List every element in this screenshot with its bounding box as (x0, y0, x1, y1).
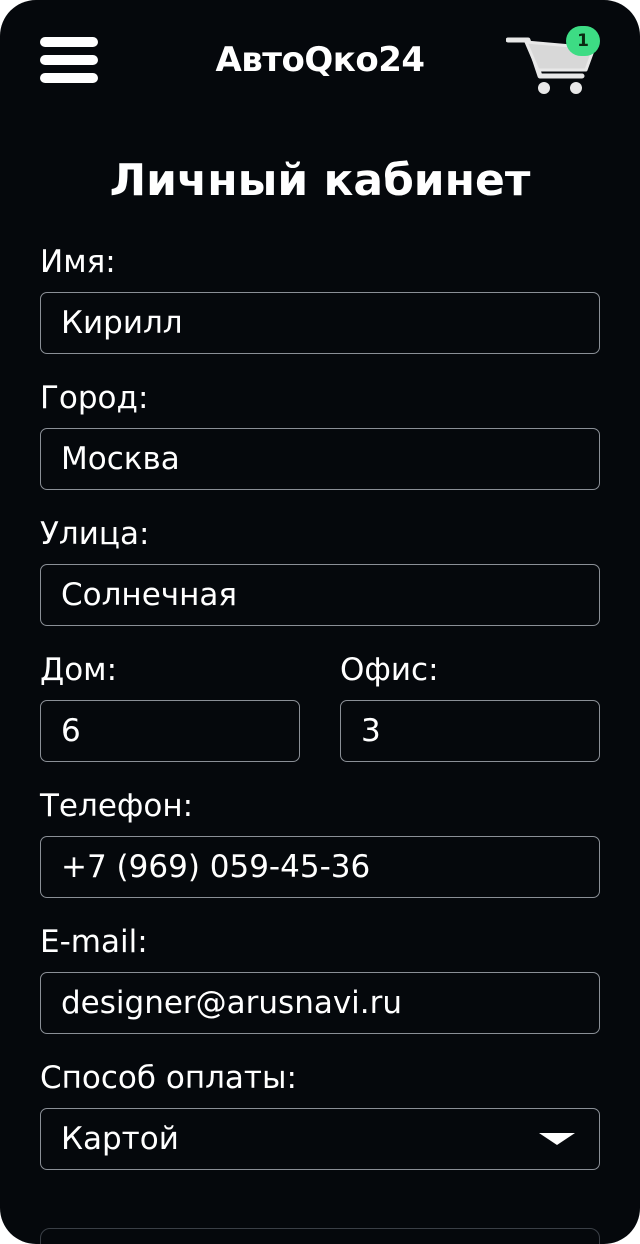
dropdown-arrow-icon (539, 1133, 575, 1145)
city-label: Город: (40, 380, 149, 416)
app-screen: АвтоQко24 1 Личный кабинет Имя: Город: У… (0, 0, 640, 1244)
page-title: Личный кабинет (109, 155, 531, 206)
email-label: E-mail: (40, 924, 148, 960)
city-input[interactable] (40, 428, 600, 490)
phone-input[interactable] (40, 836, 600, 898)
office-input[interactable] (340, 700, 600, 762)
phone-label: Телефон: (40, 788, 194, 824)
street-label: Улица: (40, 516, 150, 552)
payment-method-value: Картой (61, 1121, 179, 1157)
payment-method-label: Способ оплаты: (40, 1060, 297, 1096)
house-label: Дом: (40, 652, 118, 688)
cart-count-badge: 1 (566, 26, 600, 56)
house-input[interactable] (40, 700, 300, 762)
office-label: Офис: (340, 652, 439, 688)
payment-method-select[interactable]: Картой (40, 1108, 600, 1170)
next-section-edge (40, 1228, 600, 1244)
street-input[interactable] (40, 564, 600, 626)
name-input[interactable] (40, 292, 600, 354)
email-input[interactable] (40, 972, 600, 1034)
name-label: Имя: (40, 244, 116, 280)
